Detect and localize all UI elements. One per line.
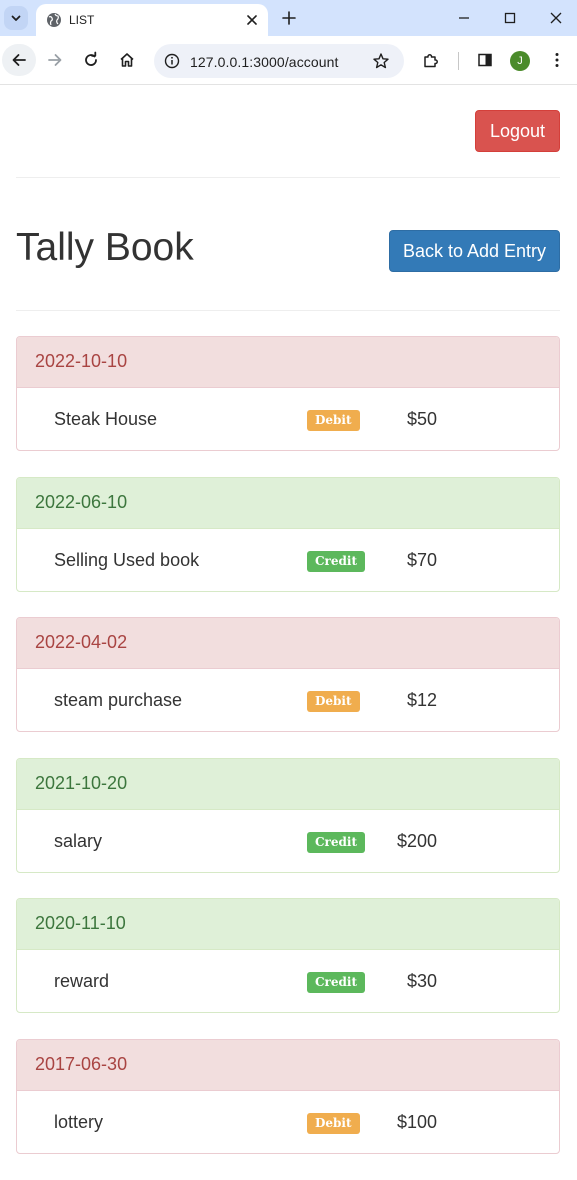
entry-description: lottery (54, 1111, 104, 1132)
browser-tab-strip: LIST (0, 0, 577, 36)
tab-search-button[interactable] (4, 6, 28, 30)
entry-date: 2017-06-30 (17, 1039, 559, 1091)
divider (16, 310, 560, 311)
chevron-down-icon (11, 15, 21, 21)
entry-body: salary Credit $200 (17, 810, 559, 872)
globe-icon (47, 13, 61, 27)
kebab-menu-icon[interactable] (548, 51, 566, 69)
new-tab-icon[interactable] (280, 9, 298, 27)
entry-amount: $30 (406, 971, 437, 992)
entry-type-badge: Debit (307, 1112, 360, 1134)
entry-date: 2021-10-20 (17, 758, 559, 810)
profile-avatar[interactable]: J (510, 51, 530, 71)
logout-button[interactable]: Logout (475, 110, 560, 152)
entry-type-badge: Debit (307, 410, 360, 431)
close-tab-icon[interactable] (244, 12, 260, 28)
tab-title: LIST (69, 13, 95, 27)
entry-panel: 2022-06-10 Selling Used book Credit $70 (16, 476, 560, 592)
minimize-icon[interactable] (455, 9, 473, 27)
info-icon[interactable] (164, 53, 180, 69)
entry-date: 2022-04-02 (17, 618, 559, 670)
entry-description: reward (54, 971, 110, 992)
entry-type-badge: Debit (307, 691, 360, 713)
entry-date: 2020-11-10 (17, 899, 559, 951)
maximize-icon[interactable] (501, 9, 519, 27)
side-panel-icon[interactable] (476, 51, 494, 69)
bookmark-star-icon[interactable] (372, 52, 390, 70)
entry-type-badge: Credit (307, 972, 365, 994)
back-to-add-entry-button[interactable]: Back to Add Entry (389, 230, 560, 272)
entry-amount: $50 (406, 409, 437, 429)
entry-body: steam purchase Debit $12 (17, 669, 559, 731)
arrow-left-icon[interactable] (10, 51, 28, 69)
extensions-puzzle-icon[interactable] (422, 51, 440, 69)
reload-icon[interactable] (82, 51, 100, 69)
entry-description: Steak House (54, 409, 158, 429)
entry-body: lottery Debit $100 (17, 1091, 559, 1153)
entry-type-badge: Credit (307, 831, 365, 853)
entry-amount: $100 (396, 1111, 437, 1132)
entry-amount: $200 (396, 830, 437, 851)
entry-date: 2022-06-10 (17, 477, 559, 529)
entry-description: salary (54, 830, 103, 851)
address-bar[interactable]: 127.0.0.1:3000/account (154, 44, 404, 78)
url-text[interactable]: 127.0.0.1:3000/account (190, 54, 339, 70)
browser-tab[interactable]: LIST (36, 4, 268, 36)
divider (16, 177, 560, 178)
entry-type-badge: Credit (307, 550, 365, 572)
entry-list: 2022-10-10 Steak House Debit $50 2022-06… (16, 336, 560, 1180)
entry-amount: $12 (406, 690, 437, 711)
entry-date: 2022-10-10 (17, 337, 559, 388)
entry-body: Selling Used book Credit $70 (17, 529, 559, 591)
home-icon[interactable] (118, 51, 136, 69)
entry-panel: 2022-10-10 Steak House Debit $50 (16, 336, 560, 451)
entry-description: Selling Used book (54, 549, 200, 570)
entry-panel: 2022-04-02 steam purchase Debit $12 (16, 617, 560, 733)
entry-body: Steak House Debit $50 (17, 388, 559, 450)
toolbar-divider (458, 52, 459, 70)
entry-amount: $70 (406, 549, 437, 570)
entry-description: steam purchase (54, 690, 183, 711)
window-close-icon[interactable] (547, 9, 565, 27)
entry-panel: 2017-06-30 lottery Debit $100 (16, 1038, 560, 1154)
entry-body: reward Credit $30 (17, 950, 559, 1012)
arrow-right-icon[interactable] (46, 51, 64, 69)
entry-panel: 2020-11-10 reward Credit $30 (16, 898, 560, 1014)
browser-toolbar: 127.0.0.1:3000/account J (0, 36, 577, 85)
page-title: Tally Book (16, 226, 194, 269)
entry-panel: 2021-10-20 salary Credit $200 (16, 757, 560, 873)
